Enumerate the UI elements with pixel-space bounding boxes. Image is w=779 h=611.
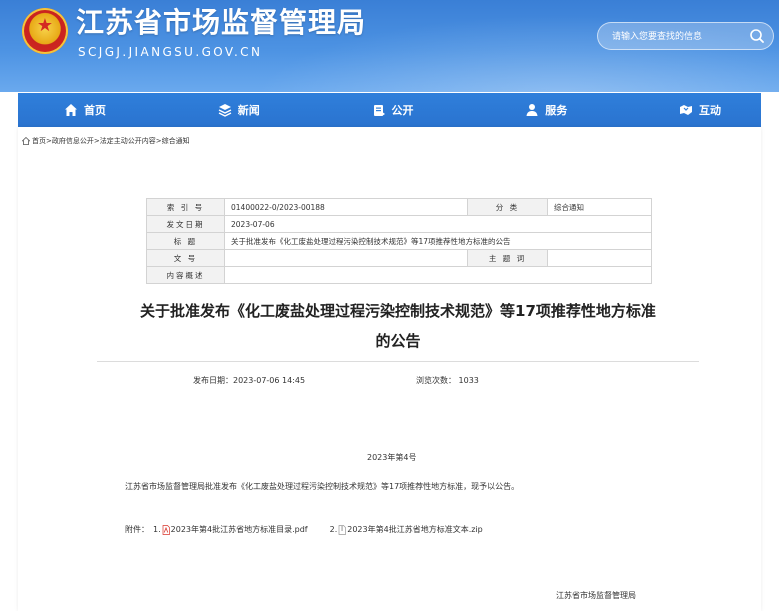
search-icon[interactable] [747, 26, 767, 46]
article-body: 江苏省市场监督管理局批准发布《化工废盐处理过程污染控制技术规范》等17项推荐性地… [125, 482, 520, 491]
signer: 江苏省市场监督管理局 [556, 591, 636, 600]
attachment-index: 1. [153, 525, 161, 534]
breadcrumb-gov-info[interactable]: 政府信息公开 [52, 136, 94, 146]
site-domain: SCJGJ.JIANGSU.GOV.CN [78, 45, 263, 59]
attachment-name: 2023年第4批江苏省地方标准目录.pdf [170, 525, 308, 534]
meta-label: 标 题 [146, 232, 225, 250]
meta-value [547, 249, 652, 267]
meta-value [224, 249, 468, 267]
attachment-name: 2023年第4批江苏省地方标准文本.zip [347, 525, 483, 534]
home-icon [22, 137, 30, 145]
interact-icon [680, 105, 692, 115]
meta-value: 关于批准发布《化工废盐处理过程污染控制技术规范》等17项推荐性地方标准的公告 [224, 232, 652, 250]
home-icon [65, 104, 77, 116]
national-emblem-icon [22, 8, 68, 54]
search-input[interactable] [610, 27, 739, 47]
nav-item-interact[interactable]: 互动 [679, 102, 721, 118]
meta-label: 发文日期 [146, 215, 225, 233]
breadcrumb-content[interactable]: 法定主动公开内容 [100, 136, 156, 146]
meta-label: 文 号 [146, 249, 225, 267]
meta-label: 索 引 号 [146, 198, 225, 216]
issue-number: 2023年第4号 [367, 453, 417, 462]
attachments-label: 附件： [125, 525, 149, 534]
attachment-index: 2. [329, 525, 338, 534]
meta-value: 2023-07-06 [224, 215, 652, 233]
document-meta-table: 索 引 号 01400022-0/2023-00188 分 类 综合通知 发文日… [146, 198, 652, 284]
breadcrumb-current[interactable]: 综合通知 [162, 136, 190, 146]
nav-item-home[interactable]: 首页 [64, 102, 106, 118]
main-nav: 首页 新闻 公开 服务 互动 [18, 93, 761, 127]
nav-label: 公开 [391, 104, 414, 117]
article-title-line: 关于批准发布《化工废盐处理过程污染控制技术规范》等17项推荐性地方标准 [140, 302, 656, 320]
attachment-link-pdf[interactable]: 2023年第4批江苏省地方标准目录.pdf [161, 524, 308, 535]
publish-date: 发布日期：2023-07-06 14:45 [193, 376, 306, 385]
meta-value: 综合通知 [547, 198, 652, 216]
meta-value: 01400022-0/2023-00188 [224, 198, 468, 216]
nav-item-news[interactable]: 新闻 [218, 102, 260, 118]
nav-label: 新闻 [237, 104, 260, 117]
nav-label: 首页 [84, 104, 106, 117]
nav-item-open[interactable]: 公开 [372, 102, 414, 118]
nav-item-service[interactable]: 服务 [525, 102, 567, 118]
view-count: 浏览次数： 1033 [416, 376, 479, 385]
nav-label: 服务 [545, 104, 568, 117]
search-box [597, 22, 774, 50]
site-title[interactable]: 江苏省市场监督管理局 [76, 6, 366, 40]
meta-label: 分 类 [467, 198, 548, 216]
attachment-link-zip[interactable]: 2023年第4批江苏省地方标准文本.zip [337, 524, 483, 535]
attachments: 附件： 1. 2023年第4批江苏省地方标准目录.pdf 2. 2023年第4批… [125, 524, 483, 535]
pdf-file-icon [162, 524, 170, 535]
article-title-line: 的公告 [375, 332, 421, 350]
meta-label: 主 题 词 [467, 249, 548, 267]
open-icon [373, 105, 385, 116]
service-icon [526, 104, 538, 116]
site-header: 江苏省市场监督管理局 SCJGJ.JIANGSU.GOV.CN [0, 0, 779, 92]
title-divider [97, 361, 699, 362]
meta-label: 内容概述 [146, 266, 225, 284]
news-icon [218, 104, 232, 117]
nav-label: 互动 [699, 104, 721, 117]
article-title: 关于批准发布《化工废盐处理过程污染控制技术规范》等17项推荐性地方标准 的公告 [98, 296, 698, 356]
meta-value [224, 266, 652, 284]
breadcrumb: 首页 > 政府信息公开 > 法定主动公开内容 > 综合通知 [22, 136, 190, 146]
zip-file-icon [338, 524, 347, 535]
breadcrumb-home[interactable]: 首页 [32, 136, 46, 146]
